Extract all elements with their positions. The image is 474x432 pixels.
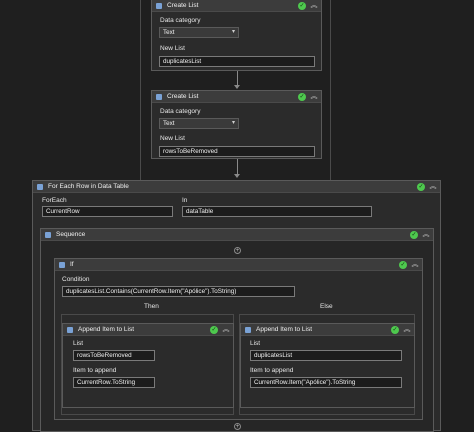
activity-title: Append Item to List	[256, 326, 313, 333]
item-to-append-input[interactable]: CurrentRow.Item("Apólice").ToString	[250, 377, 402, 388]
check-circle-icon: ✓	[399, 260, 407, 269]
if-activity[interactable]: If ✓ ︽ Condition duplicatesList.Contains…	[54, 258, 423, 420]
data-category-value: Text	[163, 120, 175, 127]
list-input[interactable]: duplicatesList	[250, 350, 402, 361]
arrow-down-icon	[234, 85, 240, 89]
data-category-label: Data category	[160, 108, 201, 115]
connector-line	[237, 159, 238, 175]
sequence-activity[interactable]: Sequence ✓ ︽ + If ✓ ︽ Condition duplicat…	[40, 228, 434, 432]
plus-circle-icon[interactable]: +	[234, 423, 241, 430]
new-list-label: New List	[160, 135, 185, 142]
else-container[interactable]: Append Item to List ✓ ︽ List duplicatesL…	[239, 314, 415, 415]
append-item-activity-else[interactable]: Append Item to List ✓ ︽ List duplicatesL…	[240, 323, 415, 408]
activity-header[interactable]: Create List ✓ ︽	[152, 0, 321, 12]
list-label: List	[73, 340, 84, 347]
double-chevron-up-icon[interactable]: ︽	[421, 230, 431, 240]
for-each-row-activity[interactable]: For Each Row in Data Table ✓ ︽ ForEach C…	[32, 180, 441, 432]
check-circle-icon: ✓	[391, 325, 399, 334]
item-to-append-input[interactable]: CurrentRow.ToString	[73, 377, 155, 388]
chevron-down-icon: ▾	[231, 29, 235, 35]
connector-line	[237, 71, 238, 86]
list-icon	[156, 2, 162, 9]
check-circle-icon: ✓	[298, 1, 306, 10]
check-circle-icon: ✓	[410, 230, 418, 239]
arrow-down-icon	[234, 174, 240, 178]
chevron-down-icon: ▾	[231, 120, 235, 126]
activity-header[interactable]: For Each Row in Data Table ✓ ︽	[33, 181, 440, 193]
if-icon	[59, 261, 65, 268]
check-circle-icon: ✓	[298, 92, 306, 101]
activity-title: For Each Row in Data Table	[48, 183, 129, 190]
double-chevron-up-icon[interactable]: ︽	[221, 325, 231, 335]
create-list-activity-2[interactable]: Create List ✓ ︽ Data category Text ▾ New…	[151, 90, 322, 159]
data-category-select[interactable]: Text ▾	[159, 118, 239, 129]
in-datatable-input[interactable]: dataTable	[182, 206, 372, 217]
activity-header[interactable]: Create List ✓ ︽	[152, 91, 321, 103]
list-input[interactable]: rowsToBeRemoved	[73, 350, 155, 361]
list-icon	[67, 326, 73, 333]
new-list-input[interactable]: duplicatesList	[159, 56, 315, 67]
loop-icon	[37, 183, 43, 190]
list-icon	[156, 93, 162, 100]
activity-title: Sequence	[56, 231, 86, 238]
check-circle-icon: ✓	[210, 325, 218, 334]
then-container[interactable]: Append Item to List ✓ ︽ List rowsToBeRem…	[61, 314, 234, 415]
list-icon	[245, 326, 251, 333]
list-label: List	[250, 340, 261, 347]
foreach-variable-input[interactable]: CurrentRow	[42, 206, 173, 217]
condition-label: Condition	[62, 276, 90, 283]
else-label: Else	[320, 303, 333, 310]
new-list-label: New List	[160, 45, 185, 52]
double-chevron-up-icon[interactable]: ︽	[428, 182, 438, 192]
plus-circle-icon[interactable]: +	[234, 247, 241, 254]
double-chevron-up-icon[interactable]: ︽	[402, 325, 412, 335]
data-category-label: Data category	[160, 17, 201, 24]
sequence-icon	[45, 231, 51, 238]
activity-header[interactable]: Append Item to List ✓ ︽	[63, 324, 233, 336]
in-label: In	[182, 197, 188, 204]
double-chevron-up-icon[interactable]: ︽	[410, 260, 420, 270]
activity-title: Append Item to List	[78, 326, 135, 333]
data-category-value: Text	[163, 29, 175, 36]
new-list-input[interactable]: rowsToBeRemoved	[159, 146, 315, 157]
activity-title: Create List	[167, 2, 199, 9]
double-chevron-up-icon[interactable]: ︽	[309, 1, 319, 11]
foreach-label: ForEach	[42, 197, 67, 204]
check-circle-icon: ✓	[417, 182, 425, 191]
create-list-activity-1[interactable]: Create List ✓ ︽ Data category Text ▾ New…	[151, 0, 322, 71]
item-to-append-label: Item to append	[250, 367, 294, 374]
condition-input[interactable]: duplicatesList.Contains(CurrentRow.Item(…	[62, 286, 295, 297]
double-chevron-up-icon[interactable]: ︽	[309, 92, 319, 102]
activity-header[interactable]: If ✓ ︽	[55, 259, 422, 271]
append-item-activity-then[interactable]: Append Item to List ✓ ︽ List rowsToBeRem…	[62, 323, 234, 408]
activity-title: Create List	[167, 93, 199, 100]
activity-header[interactable]: Sequence ✓ ︽	[41, 229, 433, 241]
activity-title: If	[70, 261, 74, 268]
then-label: Then	[144, 303, 159, 310]
item-to-append-label: Item to append	[73, 367, 117, 374]
data-category-select[interactable]: Text ▾	[159, 27, 239, 38]
activity-header[interactable]: Append Item to List ✓ ︽	[241, 324, 414, 336]
